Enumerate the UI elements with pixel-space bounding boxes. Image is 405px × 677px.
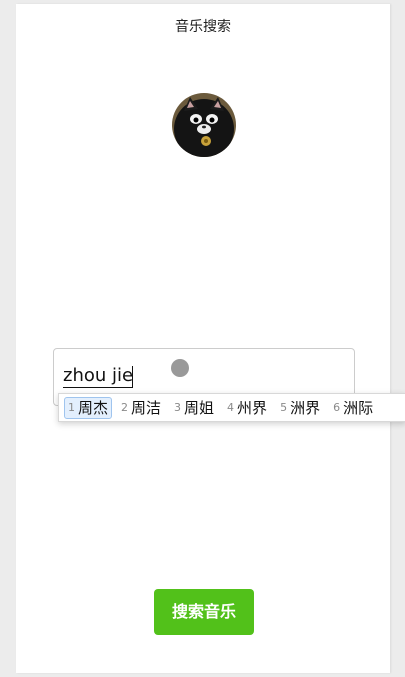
ime-candidate-5[interactable]: 5 洲界 [276, 397, 324, 419]
ime-candidate-4[interactable]: 4 州界 [223, 397, 271, 419]
candidate-number: 4 [227, 401, 235, 414]
candidate-number: 6 [333, 401, 341, 414]
candidate-text: 洲界 [290, 399, 321, 417]
candidate-number: 1 [68, 401, 75, 414]
pointer-cursor-icon [171, 359, 189, 377]
page-title: 音乐搜索 [175, 19, 231, 35]
cat-avatar-icon [172, 93, 236, 157]
ime-candidate-6[interactable]: 6 洲际 [329, 397, 377, 419]
ime-candidate-2[interactable]: 2 周洁 [117, 397, 165, 419]
search-input-text: zhou jie [63, 365, 134, 388]
candidate-text: 洲际 [343, 399, 374, 417]
text-caret [132, 366, 133, 387]
app-page: 音乐搜索 zhou jie 搜索音乐 [16, 4, 390, 673]
avatar [172, 93, 236, 157]
search-music-button[interactable]: 搜索音乐 [154, 589, 254, 635]
ime-candidate-3[interactable]: 3 周姐 [170, 397, 218, 419]
ime-candidate-bar: 1 周杰 2 周洁 3 周姐 4 州界 5 洲界 6 洲际 [58, 393, 405, 422]
candidate-text: 周姐 [184, 399, 215, 417]
candidate-number: 3 [174, 401, 182, 414]
candidate-text: 州界 [237, 399, 268, 417]
candidate-number: 5 [280, 401, 288, 414]
candidate-text: 周杰 [78, 399, 109, 417]
ime-candidate-1[interactable]: 1 周杰 [64, 396, 113, 419]
candidate-text: 周洁 [131, 399, 162, 417]
candidate-number: 2 [121, 401, 129, 414]
